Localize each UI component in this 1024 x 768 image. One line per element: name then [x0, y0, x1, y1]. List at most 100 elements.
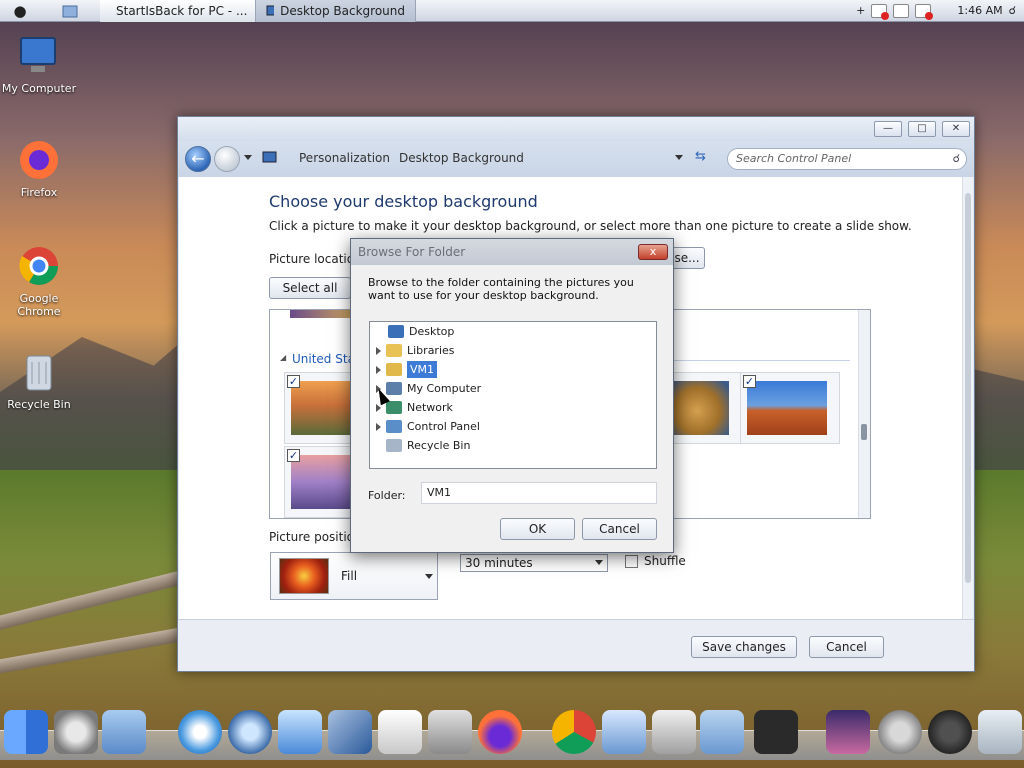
dialog-close-button[interactable]: x	[638, 244, 668, 260]
desktop-icon-label: Google Chrome	[17, 292, 61, 318]
applications-folder-icon[interactable]	[102, 710, 146, 754]
search-icon[interactable]: ☌	[1009, 4, 1016, 17]
thumbnail-checkbox[interactable]: ✓	[287, 449, 300, 462]
breadcrumb-personalization[interactable]: Personalization	[299, 151, 390, 165]
power-icon[interactable]	[928, 710, 972, 754]
dashboard-icon[interactable]	[754, 710, 798, 754]
apple-icon[interactable]: ●	[0, 2, 40, 20]
tree-item-vm1[interactable]: VM1	[376, 361, 438, 378]
tray-display-icon[interactable]	[893, 3, 910, 18]
tree-item-label: VM1	[407, 361, 438, 378]
interval-value: 30 minutes	[465, 556, 533, 570]
search-input[interactable]: Search Control Panel ☌	[727, 148, 967, 170]
position-value: Fill	[341, 569, 358, 583]
tab-startisback[interactable]: StartIsBack for PC - ...	[100, 0, 256, 22]
page-title: Choose your desktop background	[269, 192, 538, 211]
clock[interactable]: 1:46 AM	[957, 4, 1002, 17]
desktop-icon-recycle-bin[interactable]: Recycle Bin	[0, 350, 78, 411]
ok-button[interactable]: OK	[500, 518, 575, 540]
desktop-icon-google-chrome[interactable]: Google Chrome	[0, 244, 78, 318]
tree-item-recycle-bin[interactable]: Recycle Bin	[376, 437, 470, 454]
recycle-bin-icon	[17, 350, 61, 394]
finder-icon[interactable]	[4, 710, 48, 754]
photos-icon[interactable]	[328, 710, 372, 754]
thumbnail-checkbox[interactable]: ✓	[287, 375, 300, 388]
desktop-icon-label: Recycle Bin	[7, 398, 71, 411]
select-all-button[interactable]: Select all	[269, 277, 351, 299]
expand-icon[interactable]	[376, 422, 381, 431]
address-bar: ← Personalization Desktop Background ⇆ S…	[178, 141, 974, 177]
maximize-button[interactable]: □	[908, 121, 936, 137]
textedit-icon[interactable]	[378, 710, 422, 754]
chrome-icon[interactable]	[552, 710, 596, 754]
launchpad-icon[interactable]	[878, 710, 922, 754]
breadcrumb-desktop-background[interactable]: Desktop Background	[399, 151, 524, 165]
window-scrollbar[interactable]	[962, 177, 973, 619]
firefox-icon	[17, 138, 61, 182]
close-button[interactable]: ✕	[942, 121, 970, 137]
dialog-description: Browse to the folder containing the pict…	[368, 276, 634, 302]
shuffle-checkbox[interactable]	[625, 555, 638, 568]
recent-pages-caret-icon[interactable]	[244, 155, 252, 160]
system-preferences-icon[interactable]	[54, 710, 98, 754]
tree-item-label: Libraries	[407, 344, 455, 357]
refresh-icon[interactable]: ⇆	[695, 149, 706, 164]
library-folder-icon[interactable]	[700, 710, 744, 754]
tree-item-label: My Computer	[407, 382, 482, 395]
folder-tree[interactable]: Desktop Libraries VM1 My Computer Networ…	[369, 321, 657, 469]
tree-item-desktop[interactable]: Desktop	[378, 323, 454, 340]
folder-field[interactable]: VM1	[421, 482, 657, 504]
folder-icon[interactable]	[40, 4, 100, 18]
tab-label: StartIsBack for PC - ...	[116, 3, 248, 18]
tree-item-my-computer[interactable]: My Computer	[376, 380, 481, 397]
desktop-icon-firefox[interactable]: Firefox	[0, 138, 78, 199]
save-changes-button[interactable]: Save changes	[691, 636, 797, 658]
desktop-icon-my-computer[interactable]: My Computer	[0, 34, 78, 95]
tray-flag-icon[interactable]	[871, 3, 890, 20]
dialog-cancel-button[interactable]: Cancel	[582, 518, 657, 540]
address-dropdown-icon[interactable]	[675, 155, 683, 160]
search-placeholder: Search Control Panel	[736, 152, 852, 165]
gallery-scrollbar[interactable]	[858, 310, 870, 518]
folder-value: VM1	[427, 486, 452, 499]
desktop-icon-label: My Computer	[1, 82, 77, 95]
tree-item-control-panel[interactable]: Control Panel	[376, 418, 480, 435]
back-button[interactable]: ←	[185, 146, 211, 172]
menubar: ● StartIsBack for PC - ... Desktop Backg…	[0, 0, 1024, 22]
expand-icon[interactable]	[376, 346, 381, 355]
libraries-icon	[386, 344, 402, 357]
thumbnail-checkbox[interactable]: ✓	[743, 375, 756, 388]
change-interval-select[interactable]: 30 minutes	[460, 554, 608, 572]
tree-item-libraries[interactable]: Libraries	[376, 342, 455, 359]
network-icon	[386, 401, 402, 414]
app-store-icon[interactable]	[602, 710, 646, 754]
firefox-icon[interactable]	[478, 710, 522, 754]
forward-button[interactable]	[214, 146, 240, 172]
calculator-icon[interactable]	[428, 710, 472, 754]
browse-for-folder-dialog: Browse For Folder x Browse to the folder…	[350, 238, 674, 553]
dialog-titlebar[interactable]: Browse For Folder x	[351, 239, 673, 265]
picture-position-dropdown[interactable]: Fill	[270, 552, 438, 600]
mail-icon[interactable]	[278, 710, 322, 754]
cancel-button[interactable]: Cancel	[809, 636, 884, 658]
add-tab-button[interactable]: +	[856, 4, 865, 17]
expand-icon[interactable]	[376, 365, 381, 374]
tray-volume-icon[interactable]	[915, 3, 934, 20]
safari-icon[interactable]	[178, 710, 222, 754]
desktop-icon	[388, 325, 404, 338]
tab-desktop-background[interactable]: Desktop Background	[256, 0, 416, 22]
minimize-button[interactable]: —	[874, 121, 902, 137]
wallpaper-thumbnail[interactable]	[290, 310, 350, 318]
trash-icon[interactable]	[978, 710, 1022, 754]
mission-control-icon[interactable]	[826, 710, 870, 754]
page-description: Click a picture to make it your desktop …	[269, 219, 912, 233]
chevron-down-icon	[595, 560, 603, 565]
collapse-triangle-icon[interactable]: ◢	[280, 353, 286, 362]
control-panel-icon	[386, 420, 402, 433]
window-titlebar[interactable]: — □ ✕	[178, 117, 974, 141]
wallpaper-thumbnail[interactable]: ✓	[740, 372, 840, 444]
disk-utility-icon[interactable]	[652, 710, 696, 754]
window-footer: Save changes Cancel	[178, 619, 974, 671]
quicktime-icon[interactable]	[228, 710, 272, 754]
computer-icon	[386, 382, 402, 395]
